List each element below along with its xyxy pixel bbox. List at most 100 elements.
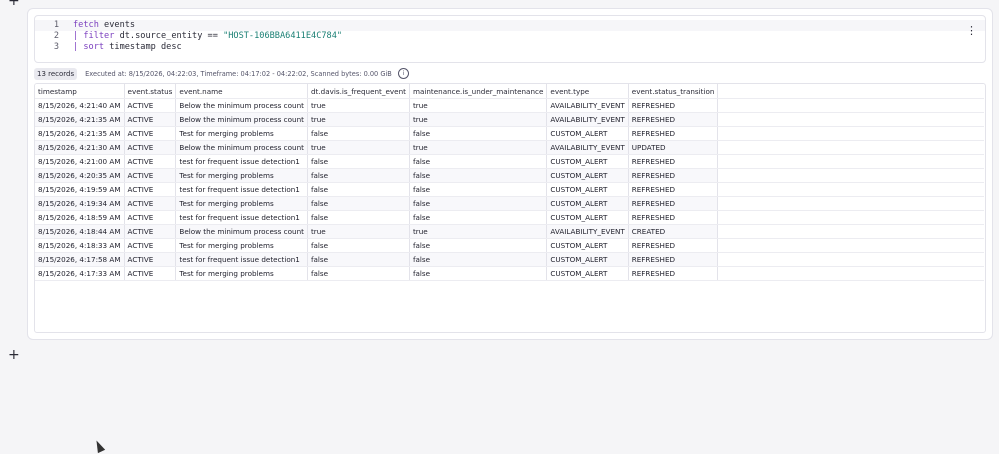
table-cell-filler	[717, 140, 985, 155]
table-cell: ACTIVE	[124, 168, 177, 183]
table-row[interactable]: 8/15/2026, 4:19:34 AM ACTIVE Test for merg…	[35, 196, 985, 211]
code-text: events	[98, 20, 136, 30]
code-editor[interactable]: 1 fetch events 2 | filter dt.source_enti…	[34, 15, 986, 63]
table-cell-filler	[717, 196, 985, 211]
table-cell: ACTIVE	[124, 252, 177, 267]
table-cell: false	[409, 126, 548, 141]
code-line: 3 | sort timestamp desc	[35, 42, 985, 53]
table-cell: ACTIVE	[124, 210, 177, 225]
table-cell: ACTIVE	[124, 182, 177, 197]
table-cell: Test for merging problems	[175, 168, 308, 183]
table-cell: false	[307, 210, 410, 225]
table-cell-filler	[717, 126, 985, 141]
table-cell: 8/15/2026, 4:21:00 AM	[35, 154, 125, 169]
table-cell-filler	[717, 182, 985, 197]
table-cell: test for frequent issue detection1	[175, 252, 308, 267]
table-cell: 8/15/2026, 4:21:40 AM	[35, 98, 125, 113]
table-cell: CREATED	[628, 224, 719, 239]
table-cell: true	[409, 112, 548, 127]
line-number: 2	[53, 31, 59, 41]
table-cell: 8/15/2026, 4:21:30 AM	[35, 140, 125, 155]
table-cell: false	[307, 266, 410, 281]
table-cell: CUSTOM_ALERT	[546, 126, 629, 141]
column-filler	[717, 84, 985, 99]
table-cell: AVAILABILITY_EVENT	[546, 140, 629, 155]
table-cell: test for frequent issue detection1	[175, 210, 308, 225]
table-cell-filler	[717, 168, 985, 183]
column-header[interactable]: event.type	[546, 84, 629, 99]
table-row[interactable]: 8/15/2026, 4:21:40 AM ACTIVE Below the min…	[35, 98, 985, 113]
table-cell: false	[307, 154, 410, 169]
table-cell: CUSTOM_ALERT	[546, 238, 629, 253]
info-icon[interactable]: i	[397, 68, 409, 79]
table-cell: false	[307, 182, 410, 197]
table-row[interactable]: 8/15/2026, 4:21:30 AM ACTIVE Below the min…	[35, 140, 985, 155]
code-line: 2 | filter dt.source_entity == "HOST-106…	[35, 31, 985, 42]
table-cell: true	[307, 224, 410, 239]
table-cell: REFRESHED	[628, 210, 719, 225]
table-row[interactable]: 8/15/2026, 4:21:35 AM ACTIVE Below the min…	[35, 112, 985, 127]
column-header[interactable]: event.name	[175, 84, 308, 99]
table-body: 8/15/2026, 4:21:40 AM ACTIVE Below the min…	[35, 98, 985, 281]
table-cell: false	[307, 168, 410, 183]
table-cell: 8/15/2026, 4:19:34 AM	[35, 196, 125, 211]
table-cell: Below the minimum process count	[175, 98, 308, 113]
table-cell: Below the minimum process count	[175, 112, 308, 127]
table-cell: false	[409, 182, 548, 197]
table-cell: false	[409, 252, 548, 267]
execution-info: Executed at: 8/15/2026, 04:22:03, Timefr…	[85, 69, 392, 78]
table-cell: false	[307, 196, 410, 211]
table-cell: 8/15/2026, 4:18:59 AM	[35, 210, 125, 225]
table-cell: AVAILABILITY_EVENT	[546, 112, 629, 127]
more-options-icon[interactable]: ⋮	[966, 24, 977, 37]
table-cell-filler	[717, 210, 985, 225]
table-cell: test for frequent issue detection1	[175, 182, 308, 197]
table-cell: CUSTOM_ALERT	[546, 266, 629, 281]
table-row[interactable]: 8/15/2026, 4:18:44 AM ACTIVE Below the min…	[35, 224, 985, 239]
table-row[interactable]: 8/15/2026, 4:18:33 AM ACTIVE Test for merg…	[35, 238, 985, 253]
table-cell: true	[409, 98, 548, 113]
column-header[interactable]: event.status	[124, 84, 177, 99]
table-cell-filler	[717, 266, 985, 281]
table-cell: 8/15/2026, 4:17:58 AM	[35, 252, 125, 267]
table-row[interactable]: 8/15/2026, 4:18:59 AM ACTIVE test for freq…	[35, 210, 985, 225]
table-cell: CUSTOM_ALERT	[546, 168, 629, 183]
table-cell-filler	[717, 98, 985, 113]
table-cell-filler	[717, 154, 985, 169]
table-cell: ACTIVE	[124, 224, 177, 239]
table-cell: Test for merging problems	[175, 196, 308, 211]
table-row[interactable]: 8/15/2026, 4:19:59 AM ACTIVE test for freq…	[35, 182, 985, 197]
table-cell: AVAILABILITY_EVENT	[546, 98, 629, 113]
table-cell: 8/15/2026, 4:18:44 AM	[35, 224, 125, 239]
code-string: "HOST-106BBA6411E4C784"	[223, 31, 343, 41]
table-cell: ACTIVE	[124, 196, 177, 211]
table-row[interactable]: 8/15/2026, 4:17:58 AM ACTIVE test for freq…	[35, 252, 985, 267]
column-header[interactable]: maintenance.is_under_maintenance	[409, 84, 548, 99]
table-cell: true	[307, 140, 410, 155]
table-cell: true	[409, 140, 548, 155]
add-section-icon[interactable]: +	[8, 0, 20, 8]
table-cell: CUSTOM_ALERT	[546, 196, 629, 211]
table-row[interactable]: 8/15/2026, 4:21:00 AM ACTIVE test for freq…	[35, 154, 985, 169]
table-cell: 8/15/2026, 4:21:35 AM	[35, 112, 125, 127]
table-header-row: timestamp event.status event.name dt.davis.…	[35, 84, 985, 99]
code-text: timestamp desc	[104, 42, 182, 52]
table-cell-filler	[717, 252, 985, 267]
table-cell: false	[409, 266, 548, 281]
table-cell: REFRESHED	[628, 266, 719, 281]
column-header[interactable]: event.status_transition	[628, 84, 719, 99]
column-header[interactable]: timestamp	[35, 84, 125, 99]
table-cell-filler	[717, 112, 985, 127]
table-cell: ACTIVE	[124, 266, 177, 281]
table-cell: false	[307, 252, 410, 267]
table-cell: CUSTOM_ALERT	[546, 182, 629, 197]
table-cell: ACTIVE	[124, 98, 177, 113]
add-section-icon[interactable]: +	[8, 348, 20, 362]
table-row[interactable]: 8/15/2026, 4:21:35 AM ACTIVE Test for merg…	[35, 126, 985, 141]
table-cell: 8/15/2026, 4:18:33 AM	[35, 238, 125, 253]
table-cell: CUSTOM_ALERT	[546, 154, 629, 169]
table-row[interactable]: 8/15/2026, 4:17:33 AM ACTIVE Test for merg…	[35, 266, 985, 281]
table-row[interactable]: 8/15/2026, 4:20:35 AM ACTIVE Test for merg…	[35, 168, 985, 183]
column-header[interactable]: dt.davis.is_frequent_event	[307, 84, 410, 99]
results-table-container: timestamp event.status event.name dt.davis.…	[34, 83, 986, 333]
